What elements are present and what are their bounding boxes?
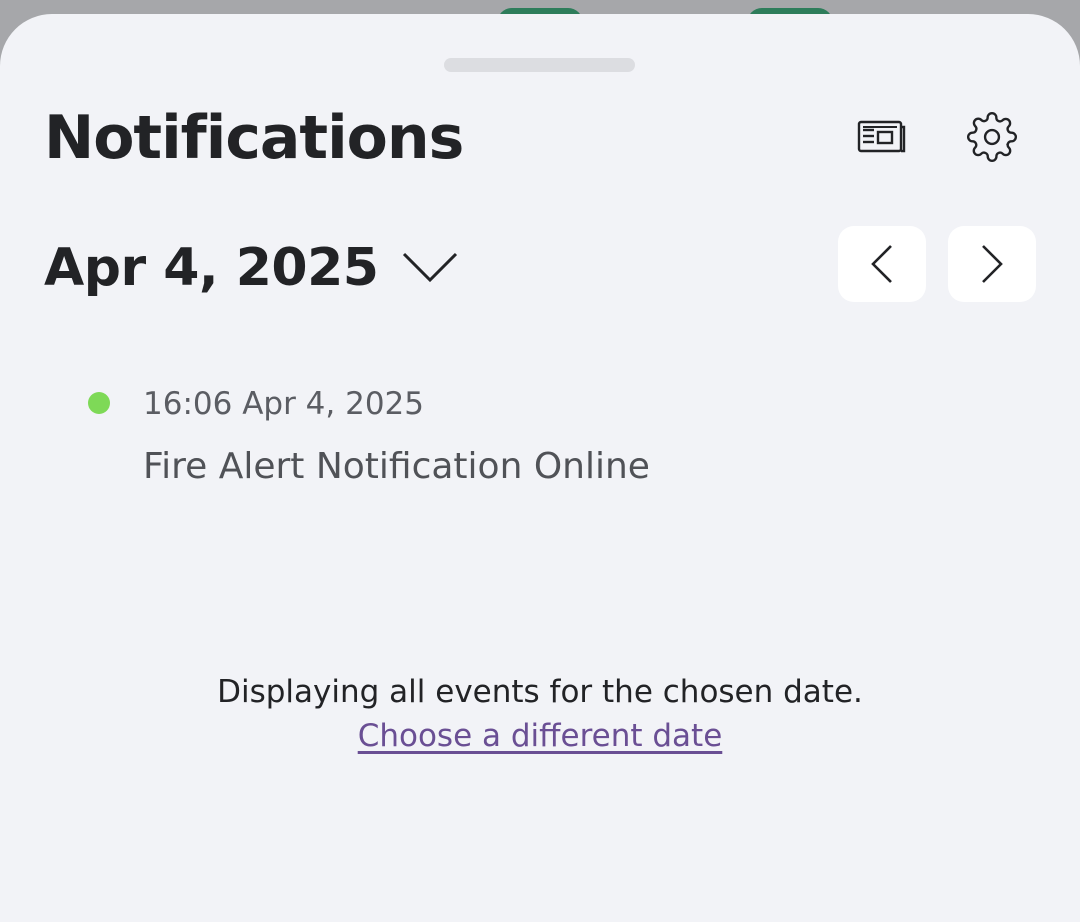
gear-icon <box>966 111 1018 163</box>
settings-button[interactable] <box>962 107 1022 167</box>
footer-link-row: Choose a different date <box>0 716 1080 756</box>
previous-date-button[interactable] <box>838 226 926 302</box>
empty-state-message: Displaying all events for the chosen dat… <box>217 674 863 710</box>
date-selector[interactable]: Apr 4, 2025 <box>44 236 460 300</box>
drag-handle[interactable] <box>444 58 635 72</box>
page-title: Notifications <box>44 103 464 173</box>
notification-title: Fire Alert Notification Online <box>143 446 650 487</box>
selected-date-label: Apr 4, 2025 <box>44 238 379 298</box>
choose-different-date-link[interactable]: Choose a different date <box>358 718 723 754</box>
chevron-right-icon <box>982 245 1003 283</box>
next-date-button[interactable] <box>948 226 1036 302</box>
notifications-bottom-sheet: Notifications Apr 4, 2025 16:06 Apr 4, 2… <box>0 14 1080 922</box>
chevron-down-icon <box>403 252 458 283</box>
chevron-left-icon <box>871 245 892 283</box>
news-button[interactable] <box>852 107 912 167</box>
status-indicator-dot <box>88 392 110 414</box>
news-icon <box>857 120 906 153</box>
notification-timestamp: 16:06 Apr 4, 2025 <box>143 386 424 422</box>
